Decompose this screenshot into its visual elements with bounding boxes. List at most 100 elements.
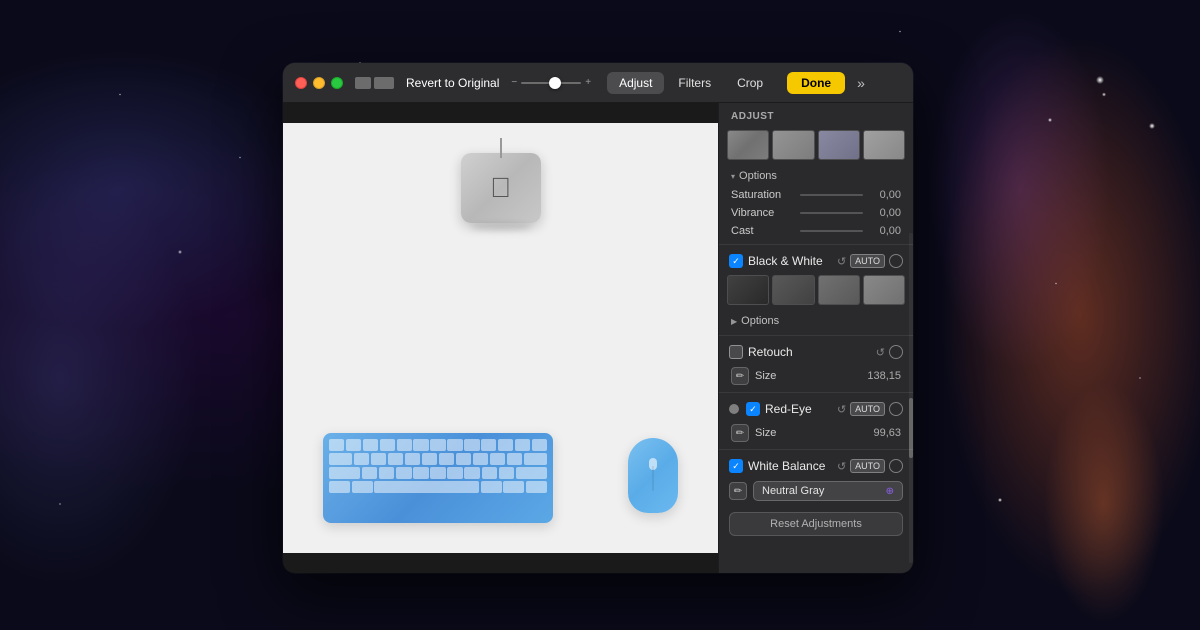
bw-section-label: Black & White	[748, 254, 832, 268]
bw-options-toggle[interactable]: ▶ Options	[719, 311, 913, 331]
redeye-visibility	[729, 404, 739, 414]
zoom-min-icon: −	[511, 77, 517, 88]
app-window: Revert to Original − + Adjust Filters Cr…	[283, 63, 913, 573]
wb-circle-button[interactable]	[889, 459, 903, 473]
retouch-reset-icon[interactable]: ↺	[876, 346, 885, 359]
zoom-thumb[interactable]	[549, 77, 561, 89]
preset-thumb-1[interactable]	[727, 130, 769, 160]
key	[388, 453, 404, 465]
redeye-reset-icon[interactable]: ↺	[837, 403, 846, 416]
wb-dropdown-value: Neutral Gray	[762, 485, 824, 497]
done-button[interactable]: Done	[787, 72, 845, 94]
vibrance-value: 0,00	[869, 207, 901, 219]
key	[507, 453, 523, 465]
bw-preset-1[interactable]	[727, 275, 769, 305]
key	[329, 453, 352, 465]
revert-button[interactable]: Revert to Original	[406, 76, 499, 90]
key	[526, 481, 547, 493]
preset-thumb-4[interactable]	[863, 130, 905, 160]
preset-thumb-2[interactable]	[772, 130, 814, 160]
bw-checkbox[interactable]: ✓	[729, 254, 743, 268]
vibrance-row: Vibrance 0,00	[719, 204, 913, 222]
bw-preset-thumbnails	[727, 273, 905, 307]
key	[413, 439, 428, 451]
zoom-track	[521, 82, 581, 84]
view-toggle	[355, 77, 394, 89]
redeye-auto-badge[interactable]: AUTO	[850, 402, 885, 416]
wb-reset-icon[interactable]: ↺	[837, 460, 846, 473]
wb-checkbox[interactable]: ✓	[729, 459, 743, 473]
cast-track[interactable]	[800, 230, 863, 232]
tab-adjust[interactable]: Adjust	[607, 72, 664, 94]
titlebar: Revert to Original − + Adjust Filters Cr…	[283, 63, 913, 103]
bw-circle-button[interactable]	[889, 254, 903, 268]
key	[379, 467, 395, 479]
retouch-checkbox[interactable]	[729, 345, 743, 359]
adjust-panel: ADJUST ▾ Options Saturation 0,00	[718, 103, 913, 573]
redeye-tool-icon[interactable]: ✏	[731, 424, 749, 442]
key	[363, 439, 378, 451]
bw-reset-icon[interactable]: ↺	[837, 255, 846, 268]
redeye-size-label: Size	[755, 427, 863, 439]
retouch-actions: ↺	[876, 345, 903, 359]
photo-top-bar	[283, 103, 718, 123]
maximize-button[interactable]	[331, 77, 343, 89]
scrollbar-track	[909, 233, 913, 563]
scrollbar-thumb[interactable]	[909, 398, 913, 458]
preset-thumb-3[interactable]	[818, 130, 860, 160]
mouse	[628, 438, 688, 528]
key	[515, 439, 530, 451]
close-button[interactable]	[295, 77, 307, 89]
bw-presets	[719, 273, 913, 311]
nav-tabs: Adjust Filters Crop	[607, 72, 775, 94]
retouch-tool-row: ✏ Size 138,15	[719, 364, 913, 388]
bw-options-label: Options	[741, 315, 779, 327]
preset-thumbnails	[727, 128, 905, 162]
key	[447, 467, 463, 479]
redeye-checkbox[interactable]: ✓	[746, 402, 760, 416]
mouse-body	[628, 438, 678, 513]
wb-auto-badge[interactable]: AUTO	[850, 459, 885, 473]
mac-mini: 	[461, 153, 541, 223]
key	[473, 453, 489, 465]
bw-preset-4[interactable]	[863, 275, 905, 305]
divider-2	[719, 335, 913, 336]
tab-filters[interactable]: Filters	[666, 72, 723, 94]
key	[405, 453, 421, 465]
bw-preset-2[interactable]	[772, 275, 814, 305]
redeye-circle-button[interactable]	[889, 402, 903, 416]
minimize-button[interactable]	[313, 77, 325, 89]
saturation-track[interactable]	[800, 194, 863, 196]
cast-value: 0,00	[869, 225, 901, 237]
key-row-4	[329, 481, 547, 493]
key	[329, 439, 344, 451]
key	[498, 439, 513, 451]
wb-tool-icon[interactable]: ✏	[729, 482, 747, 500]
key	[482, 467, 498, 479]
mouse-divider	[653, 466, 654, 491]
wb-section-label: White Balance	[748, 459, 832, 473]
reset-adjustments-button[interactable]: Reset Adjustments	[729, 512, 903, 536]
redeye-actions: ↺ AUTO	[837, 402, 903, 416]
traffic-lights	[295, 77, 343, 89]
vibrance-track[interactable]	[800, 212, 863, 214]
retouch-section-label: Retouch	[748, 345, 871, 359]
more-button[interactable]: »	[857, 75, 865, 91]
key	[499, 467, 515, 479]
retouch-circle-button[interactable]	[889, 345, 903, 359]
key	[422, 453, 438, 465]
tab-crop[interactable]: Crop	[725, 72, 775, 94]
zoom-slider[interactable]: − +	[511, 77, 591, 88]
retouch-size-label: Size	[755, 370, 861, 382]
redeye-size-value: 99,63	[869, 427, 901, 439]
retouch-tool-icon[interactable]: ✏	[731, 367, 749, 385]
grid-view-icon[interactable]	[374, 77, 394, 89]
bw-auto-badge[interactable]: AUTO	[850, 254, 885, 268]
adjust-title: ADJUST	[719, 103, 913, 128]
options-toggle[interactable]: ▾ Options	[719, 166, 913, 186]
wb-dropdown[interactable]: Neutral Gray ⊕	[753, 481, 903, 501]
key	[532, 439, 547, 451]
chevron-down-icon: ▾	[731, 172, 735, 181]
single-view-icon[interactable]	[355, 77, 371, 89]
bw-preset-3[interactable]	[818, 275, 860, 305]
